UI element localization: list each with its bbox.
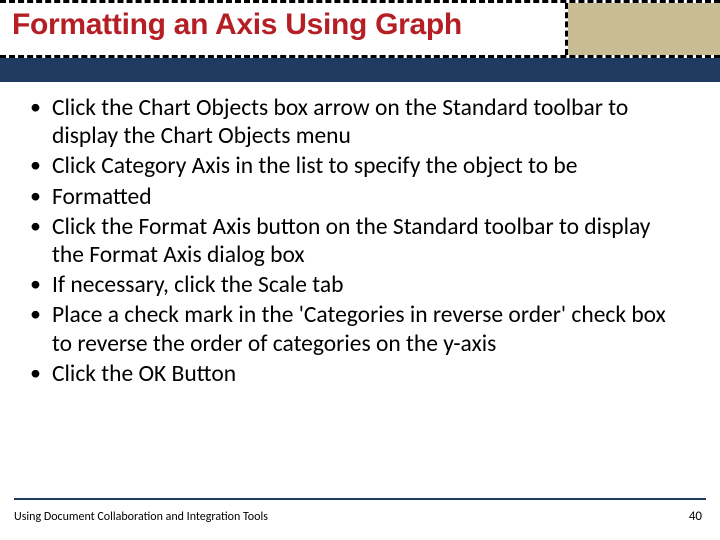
footer-divider [14, 498, 706, 500]
list-item: Click the OK Button [22, 360, 680, 388]
accent-band [0, 58, 720, 82]
footer-text: Using Document Collaboration and Integra… [14, 510, 268, 524]
list-item: Place a check mark in the 'Categories in… [22, 301, 680, 357]
slide-title: Formatting an Axis Using Graph [12, 8, 462, 42]
bullet-list: Click the Chart Objects box arrow on the… [22, 94, 680, 388]
page-number: 40 [689, 509, 702, 524]
list-item: If necessary, click the Scale tab [22, 271, 680, 299]
list-item: Click the Format Axis button on the Stan… [22, 213, 680, 269]
list-item: Click Category Axis in the list to speci… [22, 152, 680, 180]
content-area: Click the Chart Objects box arrow on the… [22, 94, 680, 390]
list-item: Formatted [22, 183, 680, 211]
list-item: Click the Chart Objects box arrow on the… [22, 94, 680, 150]
